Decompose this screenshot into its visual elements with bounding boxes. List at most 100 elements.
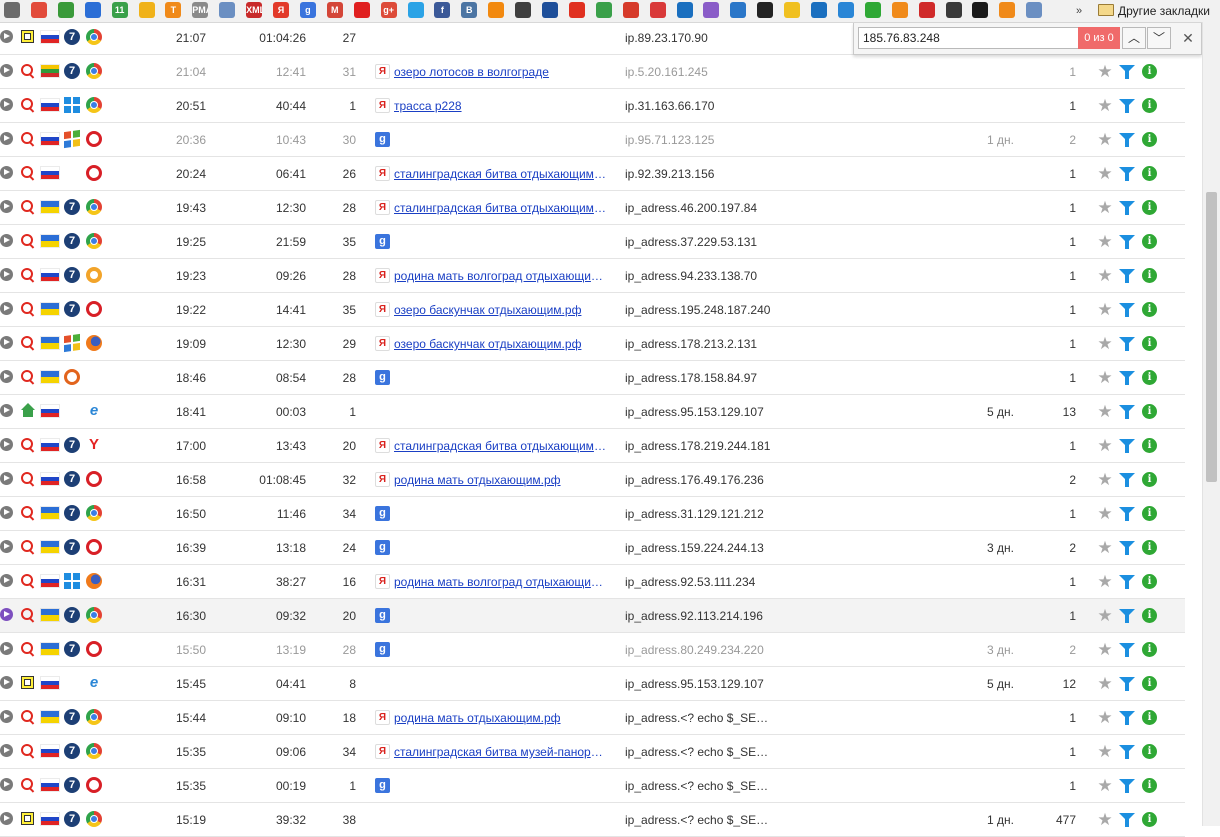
favorite-star-icon[interactable]: ★ — [1097, 335, 1113, 352]
filter-icon[interactable] — [1119, 813, 1135, 827]
play-session-icon[interactable] — [0, 574, 13, 587]
info-icon[interactable]: i — [1142, 506, 1157, 521]
filter-icon[interactable] — [1119, 133, 1135, 147]
info-icon[interactable]: i — [1142, 676, 1157, 691]
info-icon[interactable]: i — [1142, 302, 1157, 317]
filter-icon[interactable] — [1119, 643, 1135, 657]
info-icon[interactable]: i — [1142, 370, 1157, 385]
search-query-link[interactable]: озеро баскунчак отдыхающим.рф — [394, 302, 608, 318]
bookmark-stats-icon[interactable] — [542, 2, 558, 18]
bookmark-twitter-icon[interactable] — [407, 2, 424, 18]
table-row[interactable]: 20:24 06:41 26 Ясталинградская битва отдыха… — [0, 157, 1185, 191]
info-icon[interactable]: i — [1142, 472, 1157, 487]
search-query-link[interactable]: озеро баскунчак отдыхающим.рф — [394, 336, 608, 352]
search-query-link[interactable]: сталинградская битва отдыхающим.рф — [394, 200, 608, 216]
favorite-star-icon[interactable]: ★ — [1097, 641, 1113, 658]
bookmark-sync-icon[interactable] — [757, 2, 774, 18]
table-row[interactable]: 7 19:43 12:30 28 Ясталинградская битва отдых… — [0, 191, 1185, 225]
bookmark-globe-icon[interactable] — [676, 2, 693, 18]
table-row[interactable]: 20:36 10:43 30 g ip.95.71.123.125 1 дн. 2 ★ i — [0, 123, 1185, 157]
table-row[interactable]: 7 16:50 11:46 34 g ip_adress.31.129.121.212 1 ★… — [0, 497, 1185, 531]
table-row[interactable]: 7 19:25 21:59 35 g ip_adress.37.229.53.131 1 ★ i — [0, 225, 1185, 259]
bookmark-q-icon[interactable] — [891, 2, 908, 18]
play-session-icon[interactable] — [0, 404, 13, 417]
search-query-link[interactable]: сталинградская битва отдыхающим.рф — [394, 166, 608, 182]
bookmark-bar-chart-icon[interactable] — [918, 2, 935, 18]
bookmark-cloud-icon[interactable] — [730, 2, 747, 18]
play-session-icon[interactable] — [0, 268, 13, 281]
search-query-link[interactable]: трасса р228 — [394, 98, 608, 114]
play-session-icon[interactable] — [0, 132, 13, 145]
find-close-button[interactable]: ✕ — [1180, 29, 1196, 47]
find-next-button[interactable]: ﹀ — [1147, 27, 1171, 49]
bookmark-pma-icon[interactable]: PMA — [192, 2, 209, 18]
favorite-star-icon[interactable]: ★ — [1097, 267, 1113, 284]
filter-icon[interactable] — [1119, 65, 1135, 79]
bookmark-vk-icon[interactable]: B — [461, 2, 478, 18]
play-session-icon[interactable] — [0, 506, 13, 519]
play-session-icon[interactable] — [0, 234, 13, 247]
table-row[interactable]: 7 16:30 09:32 20 g ip_adress.92.113.214.196 1 ★… — [0, 599, 1185, 633]
bookmark-odnoklassniki-icon[interactable] — [488, 2, 505, 18]
filter-icon[interactable] — [1119, 303, 1135, 317]
info-icon[interactable]: i — [1142, 812, 1157, 827]
table-row[interactable]: 7 16:58 01:08:45 32 Яродина мать отдыхающим.… — [0, 463, 1185, 497]
table-row[interactable]: e 15:45 04:41 8 ip_adress.95.153.129.107 5 дн… — [0, 667, 1185, 701]
favorite-star-icon[interactable]: ★ — [1097, 777, 1113, 794]
info-icon[interactable]: i — [1142, 268, 1157, 283]
more-bookmarks-button[interactable]: » — [1072, 2, 1086, 20]
info-icon[interactable]: i — [1142, 710, 1157, 725]
bookmark-circle-arrow-icon[interactable] — [649, 2, 666, 18]
other-bookmarks-folder[interactable]: Другие закладки — [1098, 2, 1210, 20]
play-session-icon[interactable] — [0, 778, 13, 791]
search-query-link[interactable]: родина мать отдыхающим.рф — [394, 472, 608, 488]
info-icon[interactable]: i — [1142, 132, 1157, 147]
search-query-link[interactable]: родина мать отдыхающим.рф — [394, 710, 608, 726]
info-icon[interactable]: i — [1142, 64, 1157, 79]
table-row[interactable]: e 18:41 00:03 1 ip_adress.95.153.129.107 5 дн… — [0, 395, 1185, 429]
filter-icon[interactable] — [1119, 201, 1135, 215]
search-query-link[interactable]: родина мать волгоград отдыхающим.рф — [394, 268, 608, 284]
search-query-link[interactable]: сталинградская битва музей-панорама — [394, 744, 608, 760]
bookmark-window-icon[interactable] — [1026, 2, 1043, 18]
table-row[interactable]: 7 15:35 09:06 34 Ясталинградская битва музей… — [0, 735, 1185, 769]
filter-icon[interactable] — [1119, 609, 1135, 623]
filter-icon[interactable] — [1119, 235, 1135, 249]
bookmark-google-plus-icon[interactable]: g+ — [380, 2, 397, 18]
play-session-icon[interactable] — [0, 64, 13, 77]
bookmark-blue-badge-icon[interactable] — [84, 2, 101, 18]
table-row[interactable]: 7 15:19 39:32 38 ip_adress.<? echo $_SE… 1 дн… — [0, 803, 1185, 837]
table-row[interactable]: 7 16:39 13:18 24 g ip_adress.159.224.244.13 3 … — [0, 531, 1185, 565]
play-session-icon[interactable] — [0, 166, 13, 179]
bookmark-phone-icon[interactable] — [945, 2, 962, 18]
filter-icon[interactable] — [1119, 167, 1135, 181]
favorite-star-icon[interactable]: ★ — [1097, 301, 1113, 318]
bookmark-yandex-icon[interactable]: Я — [273, 2, 289, 18]
bookmark-window-icon[interactable] — [219, 2, 236, 18]
play-session-icon[interactable] — [0, 370, 13, 383]
bookmark-xml-icon[interactable]: XML — [246, 2, 263, 18]
bookmark-facebook-icon[interactable]: f — [434, 2, 451, 18]
info-icon[interactable]: i — [1142, 166, 1157, 181]
favorite-star-icon[interactable]: ★ — [1097, 165, 1113, 182]
table-row[interactable]: 7 19:23 09:26 28 Яродина мать волгоград отды… — [0, 259, 1185, 293]
table-row[interactable]: 7 15:44 09:10 18 Яродина мать отдыхающим.рф i… — [0, 701, 1185, 735]
filter-icon[interactable] — [1119, 779, 1135, 793]
bookmark-map-pin-icon[interactable] — [568, 2, 585, 18]
play-session-icon[interactable] — [0, 710, 13, 723]
search-query-link[interactable]: озеро лотосов в волгограде — [394, 64, 608, 80]
favorite-star-icon[interactable]: ★ — [1097, 607, 1113, 624]
vertical-scrollbar[interactable] — [1202, 22, 1220, 826]
bookmark-number-badge-icon[interactable]: 11 — [111, 2, 128, 18]
play-session-icon[interactable] — [0, 642, 13, 655]
filter-icon[interactable] — [1119, 371, 1135, 385]
scrollbar-thumb[interactable] — [1206, 192, 1217, 482]
table-row[interactable]: 16:31 38:27 16 Яродина мать волгоград отдых… — [0, 565, 1185, 599]
bookmark-euro-icon[interactable] — [811, 2, 827, 18]
filter-icon[interactable] — [1119, 711, 1135, 725]
info-icon[interactable]: i — [1142, 540, 1157, 555]
bookmark-gmail-icon[interactable]: M — [326, 2, 343, 18]
bookmark-fox-icon[interactable] — [999, 2, 1016, 18]
info-icon[interactable]: i — [1142, 778, 1157, 793]
filter-icon[interactable] — [1119, 439, 1135, 453]
